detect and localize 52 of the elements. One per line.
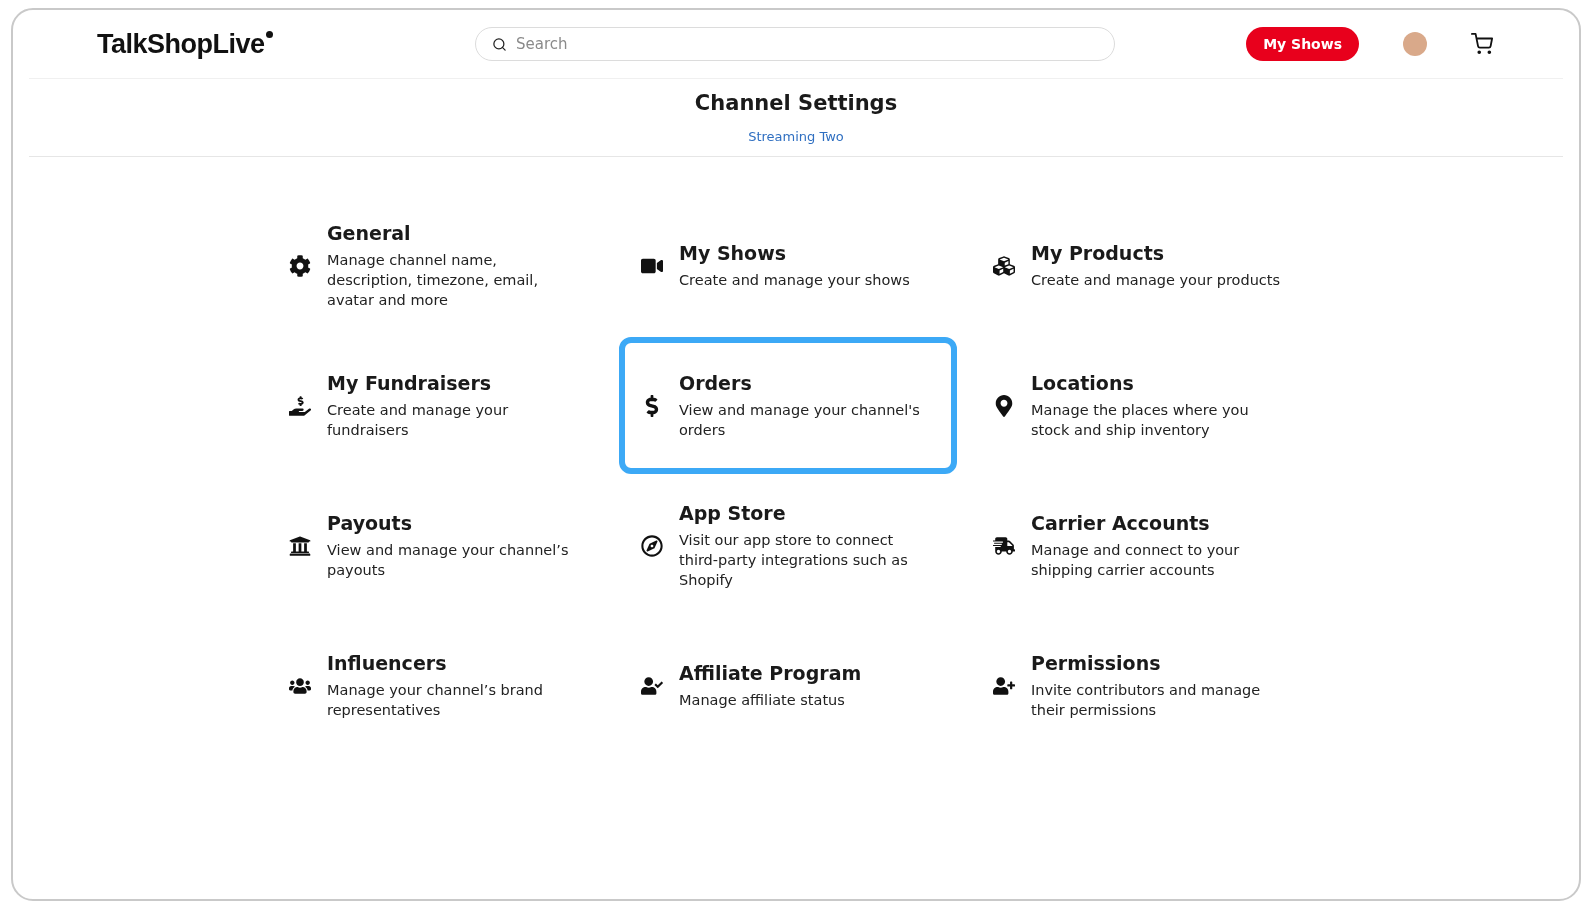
- card-title: Locations: [1031, 371, 1135, 394]
- settings-card[interactable]: Payouts View and manage your channel’s payouts: [267, 477, 605, 614]
- card-title: Orders: [679, 371, 753, 394]
- hand-dollar-icon: [287, 394, 313, 417]
- card-title: My Shows: [679, 241, 788, 264]
- settings-card[interactable]: Permissions Invite contributors and manage their permissions: [971, 617, 1309, 754]
- card-description: Create and manage your shows: [679, 270, 910, 290]
- settings-card[interactable]: My Shows Create and manage your shows: [619, 197, 957, 334]
- boxes-icon: [991, 254, 1017, 277]
- card-title: Affiliate Program: [679, 661, 862, 684]
- settings-card[interactable]: General Manage channel name, description, timezone, email, avatar and more: [267, 197, 605, 334]
- card-description: Manage channel name, description, timezone, email, avatar and more: [327, 250, 539, 310]
- bank-icon: [287, 534, 313, 557]
- search-field[interactable]: Search: [475, 27, 1115, 61]
- card-description: Create and manage your fundraisers: [327, 400, 510, 440]
- card-description: Manage your channel’s brand representatives: [327, 680, 544, 720]
- card-description: Visit our app store to connect third-party integrations such as Shopify: [679, 530, 909, 590]
- card-description: View and manage your channel's orders: [679, 400, 921, 440]
- card-title: My Fundraisers: [327, 371, 493, 394]
- cart-icon[interactable]: [1471, 33, 1493, 55]
- card-description: Manage and connect to your shipping carrier accounts: [1031, 540, 1241, 580]
- compass-icon: [639, 534, 665, 557]
- logo[interactable]: TalkShopLive: [97, 28, 265, 60]
- card-description: Create and manage your products: [1031, 270, 1281, 290]
- card-title: Influencers: [327, 651, 448, 674]
- card-description: Manage the places where you stock and ship inventory: [1031, 400, 1250, 440]
- user-check-icon: [639, 674, 665, 697]
- settings-card[interactable]: Locations Manage the places where you stock and ship inventory: [971, 337, 1309, 474]
- settings-card[interactable]: Affiliate Program Manage affiliate status: [619, 617, 957, 754]
- card-description: Invite contributors and manage their permissions: [1031, 680, 1262, 720]
- card-description: Manage affiliate status: [679, 690, 846, 710]
- card-title: My Products: [1031, 241, 1166, 264]
- settings-card[interactable]: My Fundraisers Create and manage your fundraisers: [267, 337, 605, 474]
- gear-icon: [287, 254, 313, 277]
- settings-card[interactable]: App Store Visit our app store to connect third-party integrations such as Shopify: [619, 477, 957, 614]
- card-title: General: [327, 221, 412, 244]
- search-icon: [492, 37, 507, 52]
- card-title: Permissions: [1031, 651, 1162, 674]
- my-shows-button[interactable]: My Shows: [1246, 27, 1359, 61]
- card-description: View and manage your channel’s payouts: [327, 540, 570, 580]
- settings-card[interactable]: Orders View and manage your channel's orders: [619, 337, 957, 474]
- logo-dot-icon: [265, 30, 273, 38]
- channel-link[interactable]: Streaming Two: [748, 129, 844, 144]
- card-title: Payouts: [327, 511, 413, 534]
- truck-icon: [991, 534, 1017, 557]
- page-title: Channel Settings: [694, 91, 898, 115]
- user-plus-icon: [991, 674, 1017, 697]
- card-title: Carrier Accounts: [1031, 511, 1211, 534]
- settings-card[interactable]: Carrier Accounts Manage and connect to your shipping carrier accounts: [971, 477, 1309, 614]
- settings-card[interactable]: My Products Create and manage your products: [971, 197, 1309, 334]
- settings-card[interactable]: Influencers Manage your channel’s brand representatives: [267, 617, 605, 754]
- card-title: App Store: [679, 501, 787, 524]
